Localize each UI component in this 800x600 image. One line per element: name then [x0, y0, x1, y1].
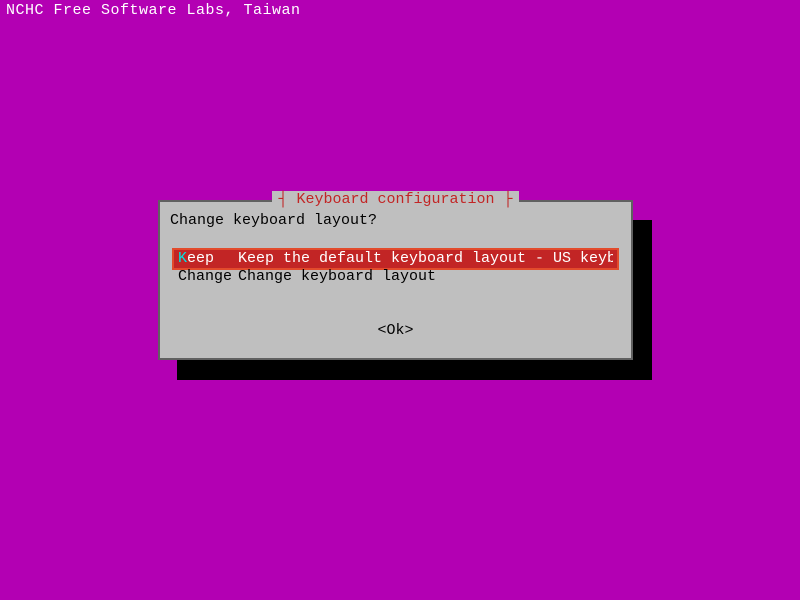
header-text: NCHC Free Software Labs, Taiwan: [0, 0, 800, 22]
ok-button[interactable]: <Ok>: [377, 322, 413, 340]
option-change-key: Change: [178, 268, 238, 286]
keyboard-config-dialog: ┤ Keyboard configuration ├ Change keyboa…: [158, 200, 633, 360]
option-keep-key: Keep: [178, 250, 238, 268]
option-change[interactable]: Change Change keyboard layout: [178, 268, 613, 286]
option-change-desc: Change keyboard layout: [238, 268, 613, 286]
dialog-title: ┤ Keyboard configuration ├: [272, 191, 518, 209]
option-keep-desc: Keep the default keyboard layout - US ke…: [238, 250, 613, 268]
option-keep[interactable]: Keep Keep the default keyboard layout - …: [178, 250, 613, 268]
